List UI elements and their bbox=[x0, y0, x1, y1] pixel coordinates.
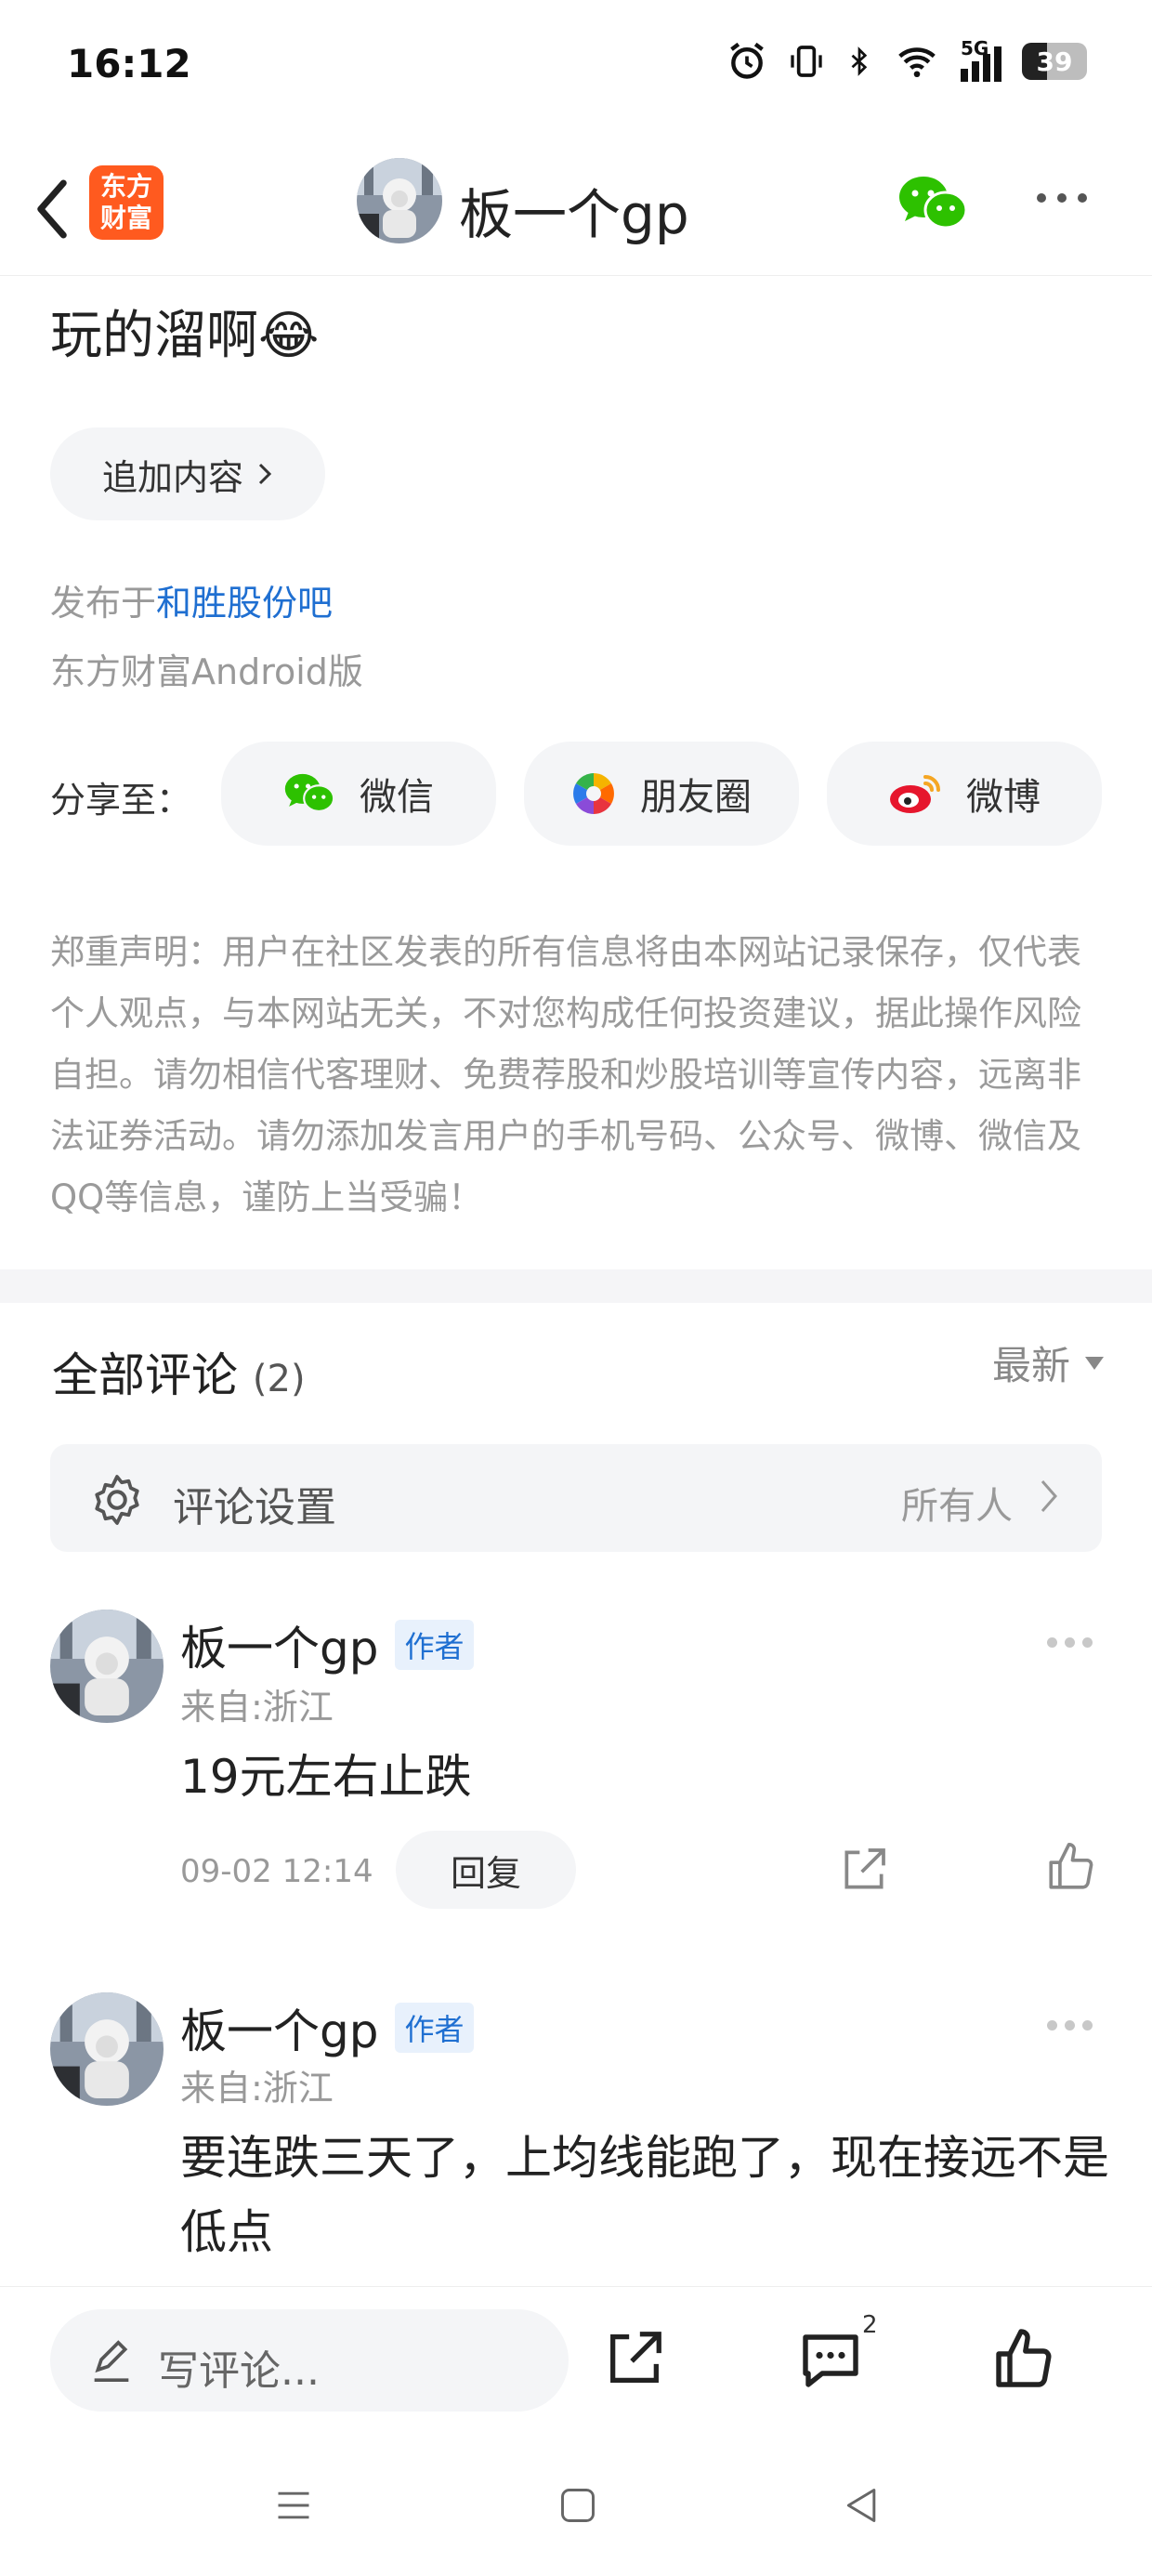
comment-settings-row[interactable]: 评论设置 所有人 bbox=[50, 1444, 1102, 1552]
avatar[interactable] bbox=[357, 158, 442, 243]
share-weibo-button[interactable]: 微博 bbox=[827, 742, 1102, 846]
avatar[interactable] bbox=[50, 1992, 164, 2106]
status-icons: 5G 39 bbox=[727, 37, 1087, 82]
bluetooth-icon bbox=[851, 46, 868, 76]
vibrate-icon bbox=[791, 46, 822, 77]
more-menu-icon[interactable] bbox=[1037, 193, 1087, 203]
share-moments-button[interactable]: 朋友圈 bbox=[524, 742, 799, 846]
chevron-right-icon bbox=[258, 463, 272, 485]
commenter-location: 来自:浙江 bbox=[180, 1687, 334, 1728]
share-label: 分享至： bbox=[50, 780, 192, 821]
moments-icon bbox=[573, 773, 614, 814]
commenter-location: 来自:浙江 bbox=[180, 2068, 334, 2109]
commenter-name[interactable]: 板一个gp bbox=[180, 1611, 378, 1678]
comment-body: 要连跌三天了，上均线能跑了，现在接远不是低点 bbox=[180, 2131, 1109, 2259]
chevron-left-icon[interactable] bbox=[24, 177, 80, 242]
bottom-action-bar: 写评论... 2 bbox=[0, 2286, 1152, 2436]
section-divider bbox=[0, 1269, 1152, 1303]
menu-icon[interactable] bbox=[273, 2485, 314, 2526]
author-badge: 作者 bbox=[395, 2003, 474, 2053]
share-wechat-button[interactable]: 微信 bbox=[221, 742, 496, 846]
network-type: 5G bbox=[961, 37, 989, 59]
sort-dropdown[interactable]: 最新 bbox=[992, 1334, 1106, 1391]
app-logo[interactable]: 东方 财富 bbox=[89, 165, 164, 240]
sort-label: 最新 bbox=[991, 1343, 1070, 1388]
caret-down-icon bbox=[1085, 1356, 1104, 1370]
battery-level: 39 bbox=[1036, 46, 1073, 77]
bar-link[interactable]: 和胜股份吧 bbox=[156, 583, 333, 624]
battery-icon: 39 bbox=[1022, 43, 1087, 80]
comment-body: 19元左右止跌 bbox=[180, 1750, 472, 1804]
wifi-icon bbox=[898, 47, 936, 78]
signal-icon: 5G bbox=[961, 37, 1001, 82]
disclaimer-text: 郑重声明：用户在社区发表的所有信息将由本网站记录保存，仅代表个人观点，与本网站无… bbox=[50, 932, 1081, 1217]
gear-icon bbox=[95, 1475, 139, 1525]
wechat-icon bbox=[284, 773, 335, 812]
back-icon[interactable] bbox=[842, 2485, 883, 2526]
comment-time: 09-02 12:14 bbox=[180, 1853, 373, 1890]
comments-count: (2) bbox=[252, 1358, 306, 1400]
weibo-icon bbox=[890, 775, 940, 813]
client-source: 东方财富Android版 bbox=[50, 651, 363, 692]
wechat-share-icon[interactable] bbox=[897, 173, 968, 234]
comment-more-icon[interactable] bbox=[1047, 1637, 1093, 1648]
comments-title-label: 全部评论 bbox=[52, 1348, 238, 1402]
post-text: 玩的溜啊😂 bbox=[50, 306, 320, 366]
settings-value: 所有人 bbox=[901, 1485, 1013, 1528]
comments-title: 全部评论 (2) bbox=[52, 1338, 306, 1405]
share-weibo-label: 微博 bbox=[966, 776, 1041, 819]
reply-button[interactable]: 回复 bbox=[396, 1831, 576, 1909]
comment-item: 板一个gp 作者 来自:浙江 要连跌三天了，上均线能跑了，现在接远不是低点 bbox=[50, 1991, 1109, 2286]
share-moments-label: 朋友圈 bbox=[640, 776, 752, 819]
write-comment-input[interactable]: 写评论... bbox=[50, 2309, 569, 2412]
status-time: 16:12 bbox=[67, 41, 191, 86]
published-line: 发布于和胜股份吧 bbox=[50, 574, 333, 625]
share-icon[interactable] bbox=[602, 2326, 667, 2391]
share-icon[interactable] bbox=[838, 1844, 890, 1896]
share-wechat-label: 微信 bbox=[360, 776, 434, 819]
pen-icon bbox=[94, 2340, 129, 2382]
chevron-right-icon bbox=[1041, 1480, 1057, 1512]
add-content-button[interactable]: 追加内容 bbox=[50, 427, 325, 520]
avatar[interactable] bbox=[50, 1610, 164, 1723]
comment-icon[interactable] bbox=[797, 2326, 864, 2393]
nav-username[interactable]: 板一个gp bbox=[459, 171, 689, 249]
system-nav-bar bbox=[0, 2444, 1152, 2576]
like-icon[interactable] bbox=[990, 2326, 1057, 2393]
top-nav: 东方 财富 板一个gp bbox=[0, 149, 1152, 276]
write-placeholder: 写评论... bbox=[158, 2347, 320, 2395]
home-icon[interactable] bbox=[557, 2485, 598, 2526]
comment-more-icon[interactable] bbox=[1047, 2020, 1093, 2031]
like-icon[interactable] bbox=[1044, 1840, 1098, 1894]
commenter-name[interactable]: 板一个gp bbox=[180, 1994, 378, 2061]
comment-count-badge: 2 bbox=[862, 2311, 878, 2339]
author-badge: 作者 bbox=[395, 1620, 474, 1670]
comment-item: 板一个gp 作者 来自:浙江 19元左右止跌 09-02 12:14 回复 bbox=[50, 1608, 1102, 1924]
alarm-icon bbox=[730, 42, 764, 79]
add-content-label: 追加内容 bbox=[101, 456, 243, 498]
published-prefix: 发布于 bbox=[50, 583, 157, 624]
settings-label: 评论设置 bbox=[173, 1484, 336, 1531]
